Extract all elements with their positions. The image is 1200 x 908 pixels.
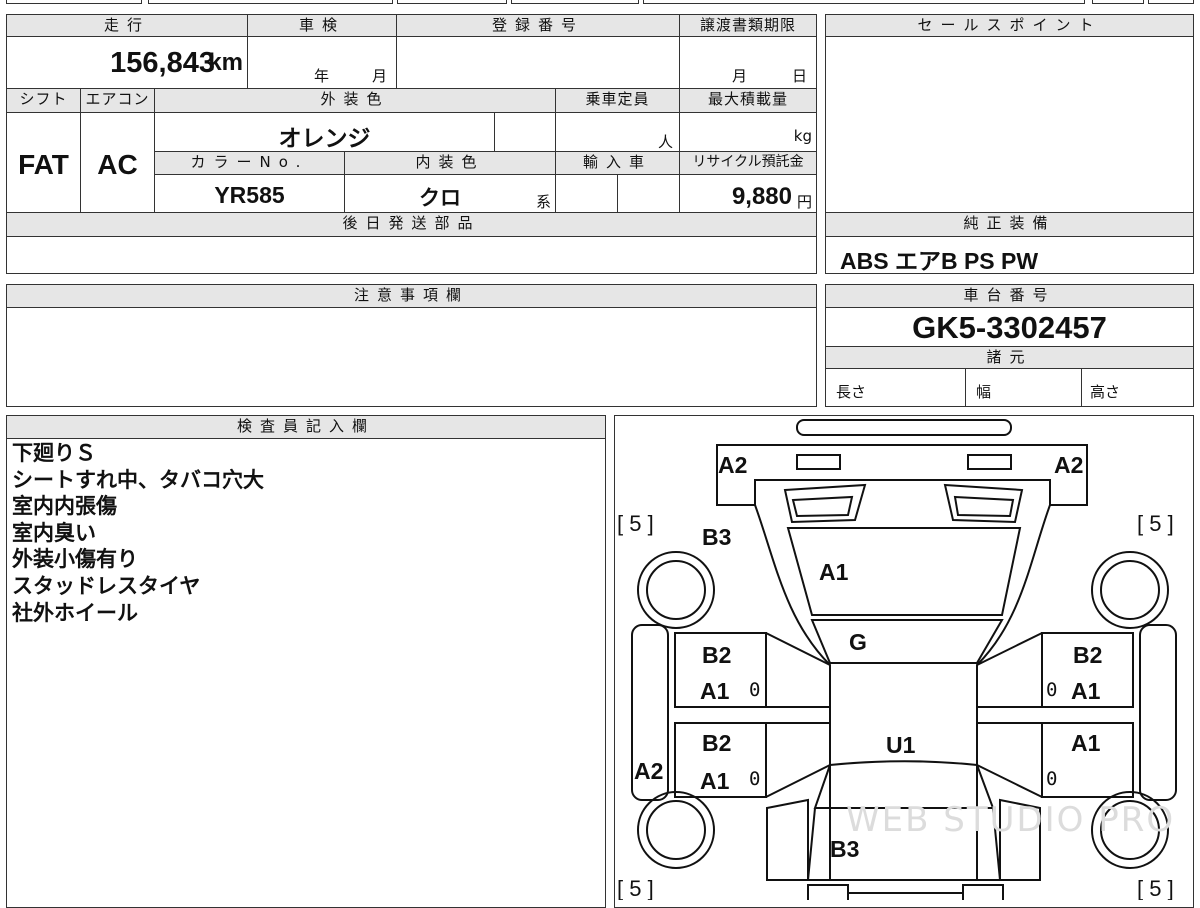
zero-mark: 0 bbox=[749, 679, 760, 701]
damage-label: B2 bbox=[702, 730, 731, 756]
damage-label: A1 bbox=[819, 559, 849, 585]
tread-mark: [ 5 ] bbox=[1137, 511, 1174, 536]
tread-mark: [ 5 ] bbox=[1137, 876, 1174, 900]
tread-mark: [ 5 ] bbox=[617, 876, 654, 900]
damage-label: G bbox=[849, 629, 867, 655]
damage-label: A2 bbox=[718, 452, 747, 478]
zero-mark: 0 bbox=[1046, 768, 1057, 790]
damage-label: A1 bbox=[1071, 730, 1101, 756]
damage-label: A1 bbox=[700, 768, 730, 794]
damage-label: A2 bbox=[1054, 452, 1083, 478]
damage-label: A1 bbox=[700, 678, 730, 704]
zero-mark: 0 bbox=[1046, 679, 1057, 701]
car-damage-diagram: [ 5 ] [ 5 ] [ 5 ] [ 5 ] A2 A2 B3 A1 G B2… bbox=[617, 419, 1177, 900]
tread-mark: [ 5 ] bbox=[617, 511, 654, 536]
damage-label: B3 bbox=[702, 524, 731, 550]
damage-label: A1 bbox=[1071, 678, 1101, 704]
damage-label: A2 bbox=[634, 758, 663, 784]
damage-label: B2 bbox=[702, 642, 731, 668]
watermark: WEB STUDIO PRO bbox=[846, 800, 1176, 840]
damage-label: B2 bbox=[1073, 642, 1102, 668]
zero-mark: 0 bbox=[749, 768, 760, 790]
damage-label: U1 bbox=[886, 732, 916, 758]
